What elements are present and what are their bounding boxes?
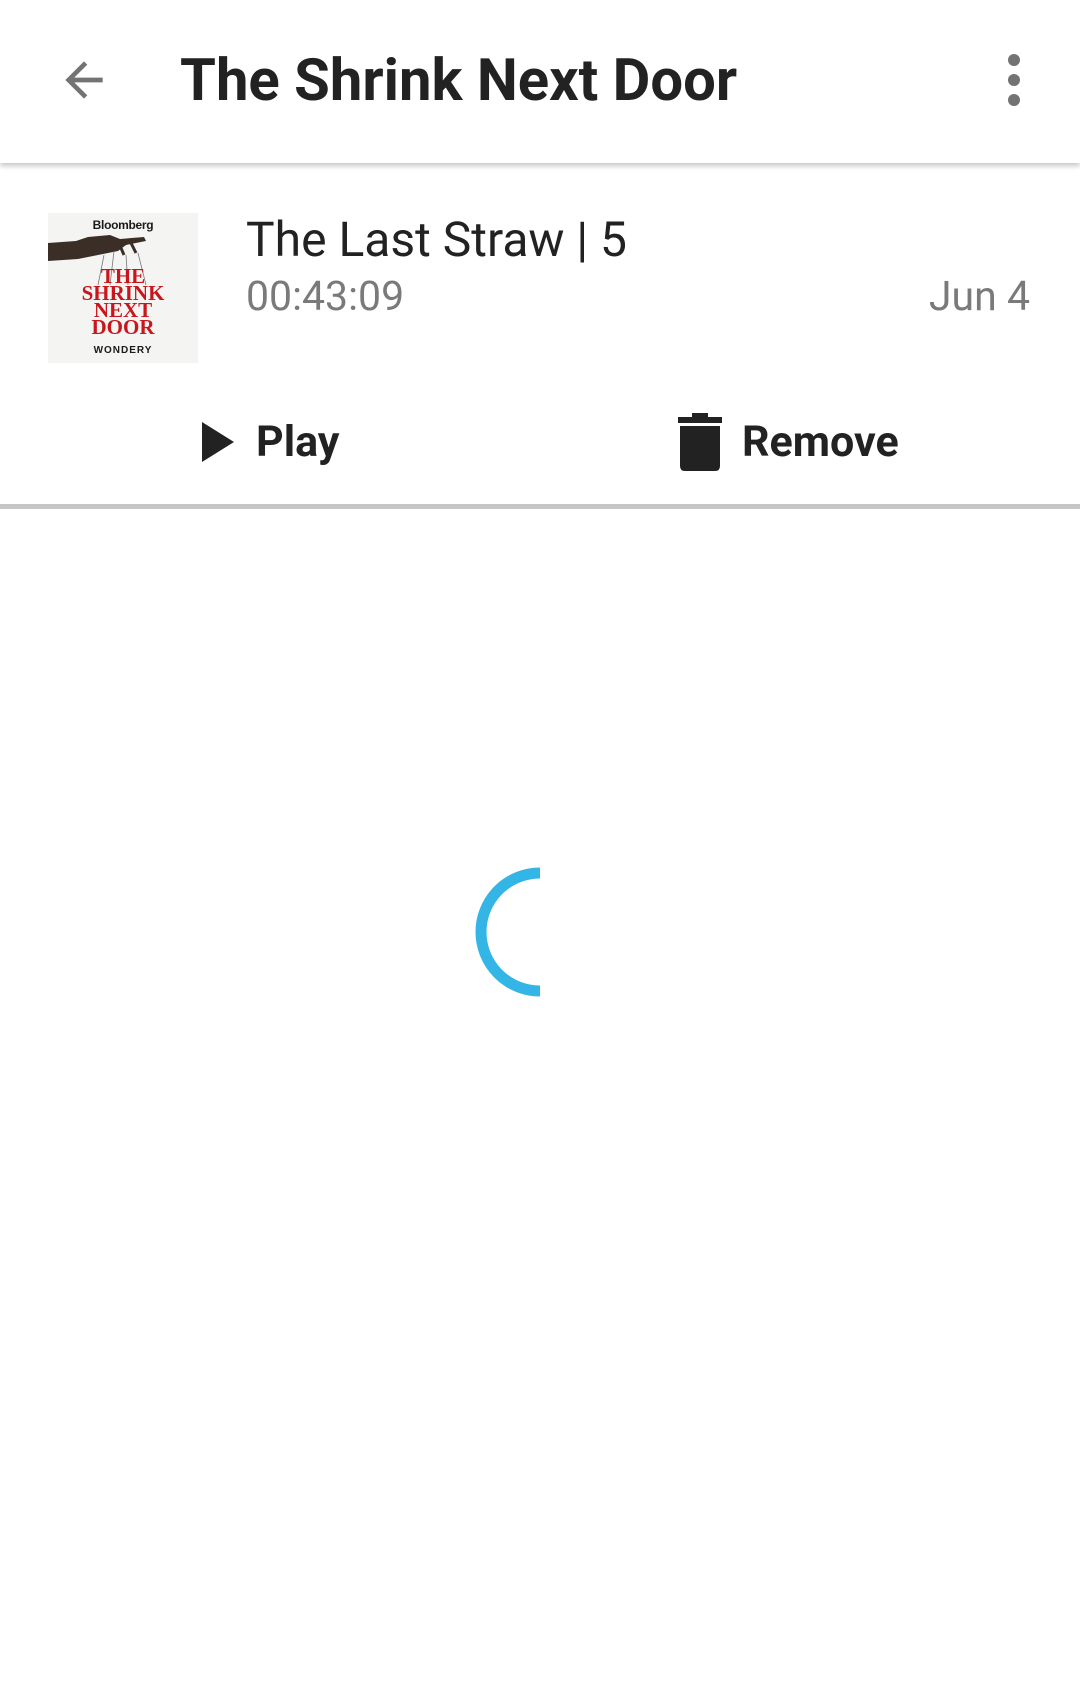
podcast-cover-art: Bloomberg THE SHRINK NEXT DOOR WONDERY: [48, 213, 198, 363]
episode-duration: 00:43:09: [246, 273, 405, 321]
trash-icon: [678, 413, 722, 471]
loading-spinner: [470, 862, 610, 1002]
page-title: The Shrink Next Door: [180, 47, 738, 115]
overflow-menu-button[interactable]: [974, 40, 1054, 120]
arrow-back-icon: [65, 61, 103, 99]
remove-button[interactable]: Remove: [678, 401, 899, 483]
play-label: Play: [256, 417, 340, 467]
divider: [0, 504, 1080, 509]
remove-label: Remove: [742, 417, 899, 467]
episode-card[interactable]: Bloomberg THE SHRINK NEXT DOOR WONDERY T…: [0, 163, 1080, 508]
back-button[interactable]: [44, 40, 124, 120]
episode-title: The Last Straw | 5: [246, 211, 627, 268]
play-icon: [202, 422, 234, 462]
cover-publisher-text: WONDERY: [93, 345, 153, 356]
loading-spinner-icon: [475, 867, 541, 997]
app-bar: The Shrink Next Door: [0, 0, 1080, 163]
more-vert-icon: [1008, 54, 1020, 106]
cover-title-line-4: DOOR: [91, 315, 155, 339]
play-button[interactable]: Play: [200, 401, 339, 483]
episode-date: Jun 4: [928, 273, 1030, 321]
